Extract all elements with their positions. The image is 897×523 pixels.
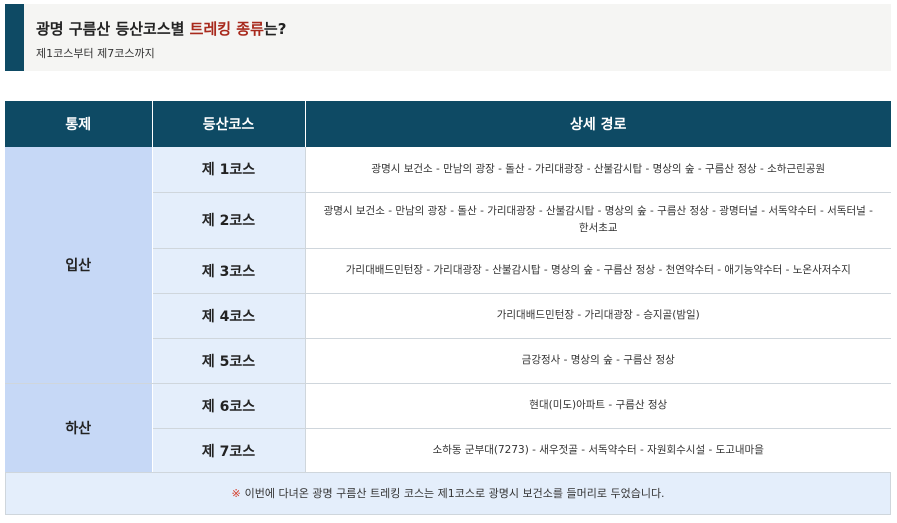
course-route: 현대(미도)아파트 - 구름산 정상 <box>305 383 891 429</box>
column-header-course: 등산코스 <box>152 101 306 147</box>
course-name: 제 4코스 <box>152 293 306 339</box>
column-header-control: 통제 <box>5 101 153 147</box>
title-prefix: 광명 구름산 등산코스별 <box>36 20 190 38</box>
course-name: 제 3코스 <box>152 248 306 294</box>
course-table: 통제 등산코스 상세 경로 입산 제 1코스 광명시 보건소 - 만남의 광장 … <box>5 101 891 474</box>
course-route: 광명시 보건소 - 만남의 광장 - 돌산 - 가리대광장 - 산불감시탑 - … <box>305 192 891 249</box>
footnote-text: 이번에 다녀온 광명 구름산 트레킹 코스는 제1코스로 광명시 보건소를 들머… <box>244 487 665 500</box>
group-cell-descent: 하산 <box>5 383 153 474</box>
course-route: 소하동 군부대(7273) - 새우젓골 - 서독약수터 - 자원회수시설 - … <box>305 428 891 474</box>
group-cell-ascent: 입산 <box>5 147 153 384</box>
footnote: ※ 이번에 다녀온 광명 구름산 트레킹 코스는 제1코스로 광명시 보건소를 들… <box>5 472 891 515</box>
note-mark-icon: ※ <box>231 487 241 500</box>
course-name: 제 6코스 <box>152 383 306 429</box>
course-route: 가리대배드민턴장 - 가리대광장 - 산불감시탑 - 명상의 숲 - 구름산 정… <box>305 248 891 294</box>
page-subtitle: 제1코스부터 제7코스까지 <box>36 47 155 60</box>
course-route: 금강정사 - 명상의 숲 - 구름산 정상 <box>305 338 891 384</box>
course-name: 제 1코스 <box>152 147 306 193</box>
course-name: 제 2코스 <box>152 192 306 249</box>
title-box: 광명 구름산 등산코스별 트레킹 종류는? 제1코스부터 제7코스까지 <box>5 4 891 71</box>
title-highlight: 트레킹 종류 <box>189 20 264 38</box>
course-route: 가리대배드민턴장 - 가리대광장 - 승지골(밤일) <box>305 293 891 339</box>
column-header-route: 상세 경로 <box>305 101 891 147</box>
title-suffix: 는? <box>263 20 287 38</box>
course-name: 제 7코스 <box>152 428 306 474</box>
course-route: 광명시 보건소 - 만남의 광장 - 돌산 - 가리대광장 - 산불감시탑 - … <box>305 147 891 193</box>
page-title: 광명 구름산 등산코스별 트레킹 종류는? <box>36 18 286 39</box>
course-name: 제 5코스 <box>152 338 306 384</box>
